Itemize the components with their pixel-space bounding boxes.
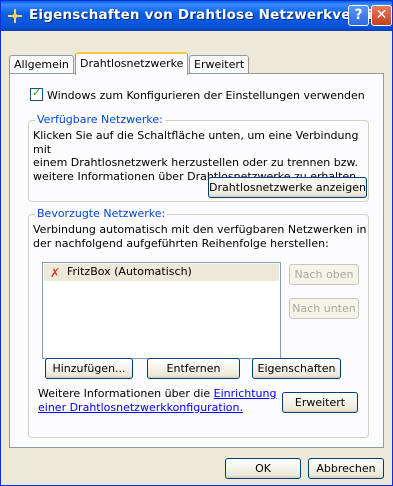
move-down-button[interactable]: Nach unten bbox=[289, 298, 359, 319]
available-description: Klicken Sie auf die Schaltfläche unten, … bbox=[33, 129, 368, 183]
available-networks-group: Verfügbare Netzwerke: Klicken Sie auf di… bbox=[28, 113, 369, 202]
checkbox-box[interactable]: ✓ bbox=[30, 86, 43, 101]
setup-link[interactable]: Einrichtung bbox=[214, 387, 277, 400]
desc-line: Verbindung automatisch mit den verfügbar… bbox=[33, 223, 367, 236]
wireless-network-icon: ✗ bbox=[50, 266, 61, 280]
group-title: Verfügbare Netzwerke: bbox=[35, 113, 165, 126]
tab-drahtlosnetzwerke[interactable]: Drahtlosnetzwerke bbox=[75, 52, 189, 75]
checkbox-label: Windows zum Konfigurieren der Einstellun… bbox=[47, 89, 365, 102]
info-line-1: Weitere Informationen über die Einrichtu… bbox=[38, 387, 276, 401]
tab-label: Allgemein bbox=[14, 58, 69, 71]
list-item[interactable]: ✗ FritzBox (Automatisch) bbox=[44, 264, 279, 281]
info-text: Weitere Informationen über die Einrichtu… bbox=[38, 387, 276, 414]
tab-erweitert[interactable]: Erweitert bbox=[189, 55, 250, 73]
preferred-networks-list[interactable]: ✗ FritzBox (Automatisch) bbox=[42, 262, 281, 359]
ok-button[interactable]: OK bbox=[225, 458, 301, 479]
properties-button[interactable]: Eigenschaften bbox=[252, 358, 341, 379]
network-name: FritzBox (Automatisch) bbox=[67, 265, 192, 278]
group-title: Bevorzugte Netzwerke: bbox=[35, 207, 168, 220]
close-button[interactable]: ✕ bbox=[371, 5, 392, 26]
desc-line: der nachfolgend aufgeführten Reihenfolge… bbox=[33, 236, 329, 250]
network-connection-icon bbox=[8, 9, 22, 23]
move-up-button[interactable]: Nach oben bbox=[289, 264, 359, 285]
desc-line: einem Drahtlosnetzwerk herzustellen oder… bbox=[33, 156, 358, 169]
title-bar[interactable]: Eigenschaften von Drahtlose Netzwerkverb… bbox=[1, 1, 392, 31]
info-prefix: Weitere Informationen über die bbox=[38, 387, 214, 400]
tab-allgemein[interactable]: Allgemein bbox=[9, 55, 74, 73]
tab-label: Drahtlosnetzwerke bbox=[80, 57, 184, 70]
add-button[interactable]: Hinzufügen... bbox=[45, 358, 133, 379]
desc-line: Klicken Sie auf die Schaltfläche unten, … bbox=[33, 129, 359, 156]
advanced-button[interactable]: Erweitert bbox=[282, 392, 358, 413]
checkmark-icon: ✓ bbox=[32, 86, 42, 99]
use-windows-config-checkbox[interactable]: ✓ Windows zum Konfigurieren der Einstellu… bbox=[30, 86, 365, 102]
preferred-description: Verbindung automatisch mit den verfügbar… bbox=[33, 223, 366, 250]
help-button[interactable]: ? bbox=[348, 5, 369, 26]
remove-button[interactable]: Entfernen bbox=[147, 358, 240, 379]
properties-dialog: Eigenschaften von Drahtlose Netzwerkverb… bbox=[0, 0, 393, 486]
setup-link-continued[interactable]: einer Drahtlosnetzwerkkonfiguration. bbox=[38, 401, 276, 415]
tab-panel: ✓ Windows zum Konfigurieren der Einstellu… bbox=[9, 73, 384, 448]
window-title: Eigenschaften von Drahtlose Netzwerkverb… bbox=[29, 7, 389, 23]
cancel-button[interactable]: Abbrechen bbox=[308, 458, 384, 479]
show-wireless-networks-button[interactable]: Drahtlosnetzwerke anzeigen bbox=[208, 177, 367, 198]
tab-label: Erweitert bbox=[194, 58, 245, 71]
